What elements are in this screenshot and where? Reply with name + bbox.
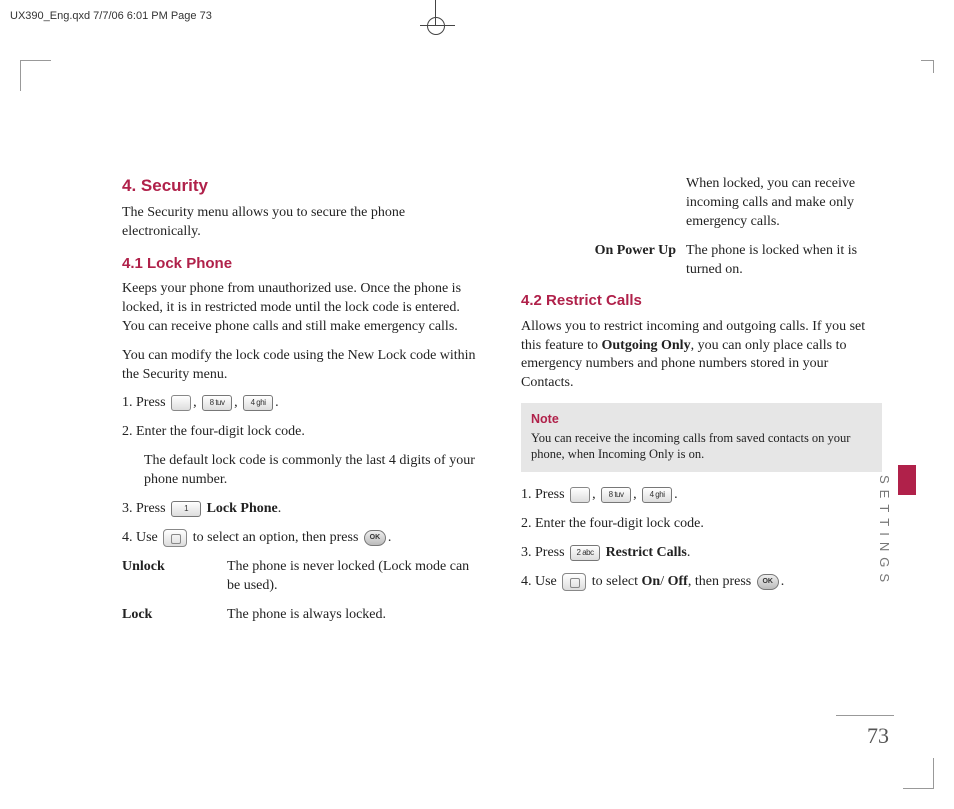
left-column: 4. Security The Security menu allows you… [122, 175, 483, 625]
key-4-icon: 4 ghi [243, 395, 273, 411]
lock-step-1: 1. Press , 8 tuv, 4 ghi. [122, 394, 483, 413]
crop-corner-tr [921, 60, 934, 73]
text: to select an option, then press [193, 530, 362, 545]
security-intro: The Security menu allows you to secure t… [122, 204, 483, 242]
text: . [781, 574, 785, 589]
restrict-step-4: 4. Use to select On/ Off, then press OK. [521, 573, 882, 592]
nav-key-icon [562, 573, 586, 591]
key-8-icon: 8 tuv [601, 487, 631, 503]
crop-corner-tl [20, 60, 51, 91]
def-lock-term: Lock [122, 606, 227, 625]
def-unlock-desc: The phone is never locked (Lock mode can… [227, 558, 483, 596]
note-box: Note You can receive the incoming calls … [521, 403, 882, 472]
lock-step-2-note: The default lock code is commonly the la… [144, 452, 483, 490]
lock-options-table: Unlock The phone is never locked (Lock m… [122, 558, 483, 625]
restrict-step-2: 2. Enter the four-digit lock code. [521, 515, 882, 534]
def-unlock-term: Unlock [122, 558, 227, 596]
restrict-p1: Allows you to restrict incoming and outg… [521, 318, 882, 394]
page-body: 4. Security The Security menu allows you… [122, 175, 882, 625]
print-header: UX390_Eng.qxd 7/7/06 6:01 PM Page 73 [10, 10, 212, 22]
page-number: 73 [867, 723, 889, 749]
def-onpower-desc: The phone is locked when it is turned on… [686, 242, 882, 280]
heading-restrict-calls: 4.2 Restrict Calls [521, 291, 882, 311]
nav-key-icon [163, 529, 187, 547]
text: to select [592, 574, 642, 589]
text: . [278, 501, 282, 516]
crop-corner-br [903, 758, 934, 789]
text: . [674, 487, 678, 502]
text: / [660, 574, 667, 589]
text: , [633, 487, 640, 502]
bold-text: Off [668, 574, 688, 589]
note-body: You can receive the incoming calls from … [531, 430, 872, 463]
note-title: Note [531, 411, 872, 427]
restrict-step-3: 3. Press 2 abc Restrict Calls. [521, 544, 882, 563]
restrict-step-1: 1. Press , 8 tuv, 4 ghi. [521, 486, 882, 505]
softkey-icon [171, 395, 191, 411]
lock-phone-p2: You can modify the lock code using the N… [122, 347, 483, 385]
lock-step-3: 3. Press 1 Lock Phone. [122, 500, 483, 519]
ok-key-icon: OK [757, 574, 779, 590]
def-lock-desc: The phone is always locked. [227, 606, 483, 625]
lock-step-4: 4. Use to select an option, then press O… [122, 529, 483, 548]
text: , [592, 487, 599, 502]
text: 1. Press [521, 487, 568, 502]
bold-text: On [642, 574, 661, 589]
key-2-icon: 2 abc [570, 545, 600, 561]
text: . [388, 530, 392, 545]
text: , then press [688, 574, 755, 589]
text: , [234, 395, 241, 410]
text: 3. Press [122, 501, 169, 516]
bold-text: Restrict Calls [606, 545, 687, 560]
heading-lock-phone: 4.1 Lock Phone [122, 254, 483, 274]
text: 3. Press [521, 545, 568, 560]
bold-text: Lock Phone [207, 501, 278, 516]
text: . [687, 545, 691, 560]
text: , [193, 395, 200, 410]
text: 4. Use [521, 574, 560, 589]
text: 1. Press [122, 395, 169, 410]
softkey-icon [570, 487, 590, 503]
ok-key-icon: OK [364, 530, 386, 546]
def-lock-cont: When locked, you can receive incoming ca… [686, 175, 882, 232]
def-onpower-term: On Power Up [521, 242, 676, 280]
bold-text: Outgoing Only [601, 338, 690, 353]
key-8-icon: 8 tuv [202, 395, 232, 411]
text: 4. Use [122, 530, 161, 545]
lock-options-cont: When locked, you can receive incoming ca… [521, 175, 882, 279]
key-4-icon: 4 ghi [642, 487, 672, 503]
lock-step-2: 2. Enter the four-digit lock code. [122, 423, 483, 442]
text: . [275, 395, 279, 410]
right-column: When locked, you can receive incoming ca… [521, 175, 882, 625]
lock-phone-p1: Keeps your phone from unauthorized use. … [122, 280, 483, 337]
heading-security: 4. Security [122, 175, 483, 198]
side-tab [898, 465, 916, 495]
key-1-icon: 1 [171, 501, 201, 517]
